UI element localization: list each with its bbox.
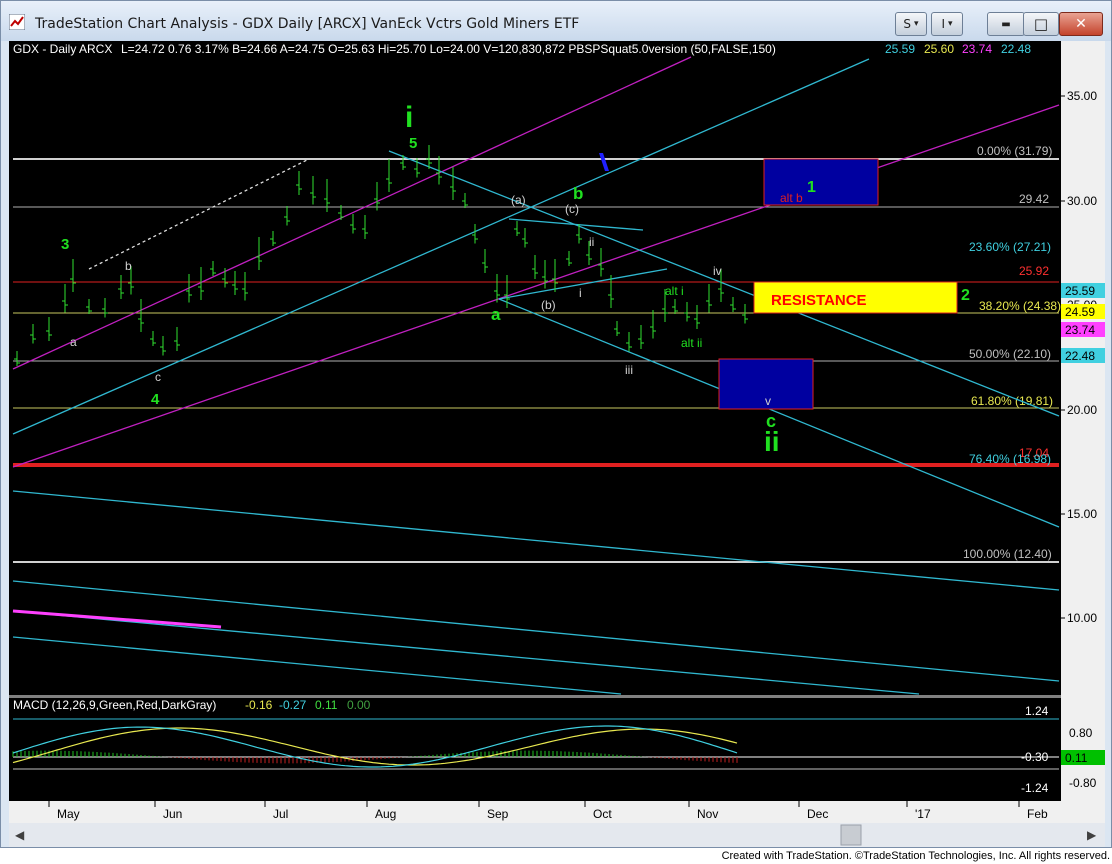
month-label: Nov [697,807,718,821]
chart-canvas[interactable]: ◀ ▶ GDX - Daily ARCX L=24.72 0.76 3.17% … [9,41,1105,847]
macd-inner-label: 1.24 [1025,704,1049,718]
macd-axis-label: -0.80 [1069,776,1097,790]
month-label: Oct [593,807,612,821]
fib-level-label: 0.00% (31.79) [977,144,1052,158]
close-icon: ✕ [1075,16,1087,32]
wave-a-paren-label: (a) [511,193,526,207]
price-axis[interactable] [1061,41,1105,801]
fib-level-label: 23.60% (27.21) [969,240,1051,254]
wave-a-green-label: a [491,305,501,324]
month-label: Aug [375,807,396,821]
maximize-icon: □ [1033,15,1049,33]
chart-app-icon [9,14,25,30]
indicator-value: 25.59 [885,42,915,56]
window-title: TradeStation Chart Analysis - GDX Daily … [35,16,580,32]
resistance-label: RESISTANCE [771,292,867,309]
wave-iii-small-label: iii [625,363,633,377]
fib-level-label: 76.40% (16.98) [969,452,1051,466]
macd-value: -0.27 [279,698,307,712]
month-label: Jun [163,807,182,821]
indicator-value: 23.74 [962,42,992,56]
wave-c-paren-label: (c) [565,202,579,216]
scrollbar-thumb[interactable] [840,824,862,846]
scroll-right-icon[interactable]: ▶ [1087,828,1097,842]
wave-4-label: 4 [151,391,160,408]
month-label: Sep [487,807,509,821]
maximize-button[interactable]: □ [1023,12,1059,36]
wave-b-small-label: b [125,259,132,273]
footer: Created with TradeStation. ©TradeStation… [0,848,1112,864]
minimize-button[interactable]: ▬ [987,12,1025,36]
wave-iv-small-label: iv [713,264,722,278]
title-bar[interactable]: TradeStation Chart Analysis - GDX Daily … [1,1,1111,41]
indicator-value: 22.48 [1001,42,1031,56]
wave-3-label: 3 [61,236,69,253]
indicator-value: 25.60 [924,42,954,56]
fib-level-label: 100.00% (12.40) [963,547,1052,561]
price-tick-label: 20.00 [1067,403,1097,417]
price-tick-label: 35.00 [1067,89,1097,103]
fib-level-label: 29.42 [1019,192,1049,206]
wave-b-paren-label: (b) [541,298,556,312]
price-tick-label: 30.00 [1067,194,1097,208]
macd-marker-label: 0.11 [1065,751,1088,765]
horizontal-scrollbar[interactable] [9,823,1105,847]
macd-inner-label: -1.24 [1021,781,1049,795]
macd-inner-label: -0.30 [1021,750,1049,764]
wave-b-green-label: b [573,184,583,203]
quote-readout: L=24.72 0.76 3.17% B=24.66 A=24.75 O=25.… [121,42,776,56]
chevron-down-icon: ▾ [914,19,919,29]
symbol-label: GDX - Daily ARCX [13,42,112,56]
fib-level-label: 25.92 [1019,264,1049,278]
chart-window: TradeStation Chart Analysis - GDX Daily … [0,0,1112,848]
month-label: May [57,807,80,821]
chevron-down-icon: ▾ [948,19,953,29]
wave-5-label: 5 [409,135,417,152]
close-button[interactable]: ✕ [1059,12,1103,36]
wave-c-small-label: c [155,370,161,384]
wave-ii-small-label: ii [589,235,594,249]
price-marker-label: 24.59 [1065,305,1095,319]
strategy-label: S [903,17,912,31]
wave-ii-label: ii [764,426,780,457]
macd-value: 0.00 [347,698,371,712]
wave-v-small-label: v [765,394,771,408]
wave-i-label: i [405,101,413,134]
scroll-left-icon[interactable]: ◀ [15,828,25,842]
minimize-icon: ▬ [1001,18,1011,30]
month-label: Feb [1027,807,1048,821]
alt-ii-label: alt ii [681,336,702,350]
price-marker-label: 25.59 [1065,284,1095,298]
indicator-label: I [941,17,945,31]
chart-area[interactable]: ◀ ▶ GDX - Daily ARCX L=24.72 0.76 3.17% … [9,41,1105,847]
price-axis-markers: 25.59 24.59 23.74 22.48 [1061,283,1105,363]
macd-legend: MACD (12,26,9,Green,Red,DarkGray) [13,698,216,712]
price-tick-label: 15.00 [1067,507,1097,521]
month-label: Dec [807,807,828,821]
macd-value: 0.11 [315,698,338,712]
wave-1-label: 1 [807,179,816,196]
price-tick-label: 10.00 [1067,611,1097,625]
price-marker-label: 22.48 [1065,349,1095,363]
alt-i-label: alt i [665,284,684,298]
wave-i-small-label: i [579,286,582,300]
wave-a-small-label: a [70,335,77,349]
fib-level-label: 61.80% (19.81) [971,394,1053,408]
alt-b-label: alt b [780,191,803,205]
month-label: Jul [273,807,288,821]
strategy-menu-button[interactable]: S ▾ [895,12,927,36]
macd-axis-label: 0.80 [1069,726,1093,740]
indicator-menu-button[interactable]: I ▾ [931,12,963,36]
macd-value: -0.16 [245,698,273,712]
month-label: '17 [915,807,931,821]
fib-level-label: 50.00% (22.10) [969,347,1051,361]
wave-2-label: 2 [961,287,970,304]
copyright-text: Created with TradeStation. ©TradeStation… [721,850,1110,862]
fib-level-label: 38.20% (24.38) [979,299,1061,313]
price-marker-label: 23.74 [1065,323,1095,337]
